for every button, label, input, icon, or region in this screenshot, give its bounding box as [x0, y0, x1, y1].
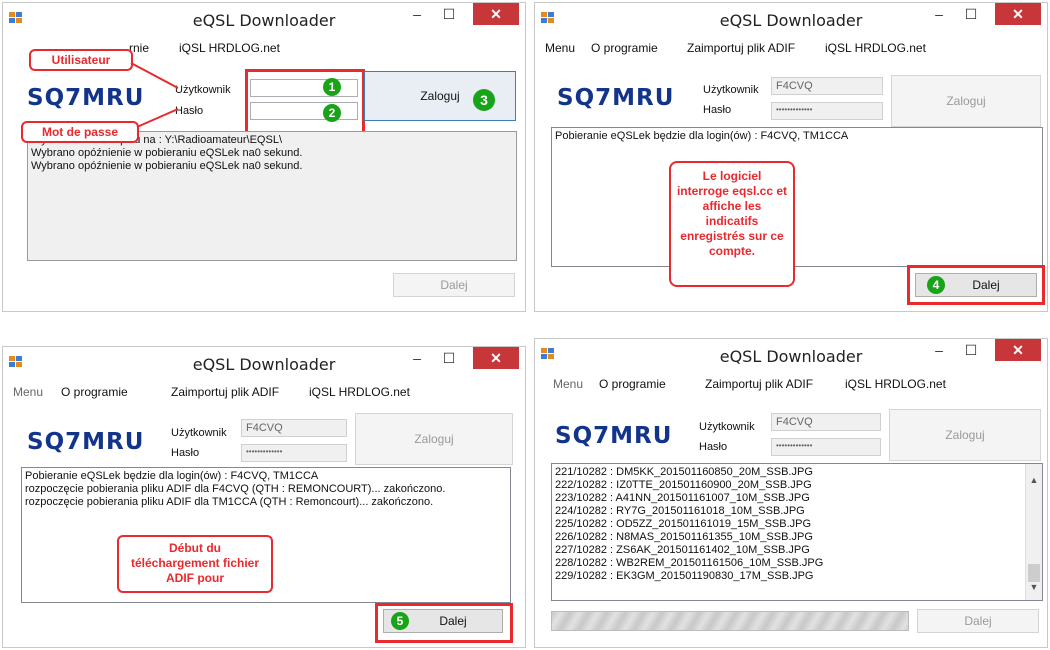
next-button-highlight	[375, 603, 513, 643]
panel-2-window: eQSL Downloader – ☐ ✕ Menu O programie Z…	[534, 2, 1048, 312]
title-bar: eQSL Downloader – ☐ ✕	[535, 3, 1047, 37]
menu-o-programie[interactable]: O programie	[61, 385, 128, 399]
close-button[interactable]: ✕	[995, 3, 1041, 25]
log-line: 226/10282 : N8MAS_201501161355_10M_SSB.J…	[555, 531, 813, 543]
password-label: Hasło	[703, 104, 732, 116]
password-label: Hasło	[171, 447, 200, 459]
log-line: 223/10282 : A41NN_201501161007_10M_SSB.J…	[555, 492, 810, 504]
log-line: 224/10282 : RY7G_201501161018_10M_SSB.JP…	[555, 505, 805, 517]
menu-iqsl-hrdlog[interactable]: iQSL HRDLOG.net	[309, 385, 410, 399]
username-field[interactable]: F4CVQ	[241, 419, 347, 437]
next-button[interactable]: Dalej	[917, 609, 1039, 633]
menu-bar: Menu O programie Zaimportuj plik ADIF iQ…	[3, 381, 525, 403]
log-scrollbar[interactable]: ▲ ▼	[1025, 464, 1042, 600]
download-progress-bar	[551, 611, 909, 631]
log-area: Pobieranie eQSLek będzie dla login(ów) :…	[551, 127, 1043, 267]
log-line: 228/10282 : WB2REM_201501161506_10M_SSB.…	[555, 557, 824, 569]
login-button[interactable]: Zaloguj	[889, 409, 1041, 461]
minimize-button[interactable]: –	[929, 3, 949, 25]
menu-o-programie[interactable]: O programie	[591, 41, 658, 55]
maximize-button[interactable]: ☐	[961, 3, 981, 25]
close-button[interactable]: ✕	[995, 339, 1041, 361]
logo: SQ7MRU	[557, 85, 675, 111]
log-line: 222/10282 : IZ0TTE_201501160900_20M_SSB.…	[555, 479, 812, 491]
panel-1-window: eQSL Downloader – ☐ ✕ rnie iQSL HRDLOG.n…	[2, 2, 526, 312]
title-bar: eQSL Downloader – ☐ ✕	[3, 347, 525, 381]
close-button[interactable]: ✕	[473, 347, 519, 369]
menu-import-adif[interactable]: Zaimportuj plik ADIF	[171, 385, 279, 399]
menu-o-programie[interactable]: O programie	[599, 377, 666, 391]
password-field[interactable]: •••••••••••••	[241, 444, 347, 462]
log-line: 221/10282 : DM5KK_201501160850_20M_SSB.J…	[555, 466, 813, 478]
log-line: rozpoczęcie pobierania pliku ADIF dla TM…	[25, 496, 434, 508]
minimize-button[interactable]: –	[929, 339, 949, 361]
callout-logiciel: Le logiciel interroge eqsl.cc et affiche…	[669, 161, 795, 287]
username-field[interactable]: F4CVQ	[771, 413, 881, 431]
password-field[interactable]: •••••••••••••	[771, 102, 883, 120]
log-line: 225/10282 : OD5ZZ_201501161019_15M_SSB.J…	[555, 518, 812, 530]
panel-3-window: eQSL Downloader – ☐ ✕ Menu O programie Z…	[2, 346, 526, 648]
maximize-button[interactable]: ☐	[439, 347, 459, 369]
minimize-button[interactable]: –	[407, 347, 427, 369]
menu-menu[interactable]: Menu	[13, 385, 43, 399]
log-line: Pobieranie eQSLek będzie dla login(ów) :…	[25, 470, 319, 482]
menu-iqsl-hrdlog[interactable]: iQSL HRDLOG.net	[825, 41, 926, 55]
user-label: Użytkownik	[703, 84, 759, 96]
password-field[interactable]: •••••••••••••	[771, 438, 881, 456]
scroll-up-icon[interactable]: ▲	[1026, 474, 1042, 487]
callout-debut: Début du téléchargement fichier ADIF pou…	[117, 535, 273, 593]
scroll-down-icon[interactable]: ▼	[1026, 581, 1042, 594]
log-line: 229/10282 : EK3GM_201501190830_17M_SSB.J…	[555, 570, 814, 582]
scroll-thumb[interactable]	[1028, 564, 1040, 582]
log-line: 227/10282 : ZS6AK_201501161402_10M_SSB.J…	[555, 544, 810, 556]
menu-menu[interactable]: Menu	[553, 377, 583, 391]
title-bar: eQSL Downloader – ☐ ✕	[535, 339, 1047, 373]
login-button[interactable]: Zaloguj	[891, 75, 1041, 127]
maximize-button[interactable]: ☐	[961, 339, 981, 361]
logo: SQ7MRU	[27, 429, 145, 455]
next-button-highlight	[907, 265, 1045, 305]
menu-import-adif[interactable]: Zaimportuj plik ADIF	[687, 41, 795, 55]
login-button[interactable]: Zaloguj	[355, 413, 513, 465]
username-field[interactable]: F4CVQ	[771, 77, 883, 95]
log-area: 221/10282 : DM5KK_201501160850_20M_SSB.J…	[551, 463, 1043, 601]
menu-import-adif[interactable]: Zaimportuj plik ADIF	[705, 377, 813, 391]
menu-menu[interactable]: Menu	[545, 41, 575, 55]
log-line: rozpoczęcie pobierania pliku ADIF dla F4…	[25, 483, 446, 495]
user-label: Użytkownik	[699, 421, 755, 433]
panel-4-window: eQSL Downloader – ☐ ✕ Menu O programie Z…	[534, 338, 1048, 648]
user-label: Użytkownik	[171, 427, 227, 439]
password-label: Hasło	[699, 441, 728, 453]
menu-bar: Menu O programie Zaimportuj plik ADIF iQ…	[535, 373, 1047, 395]
callout-pointers	[130, 62, 179, 128]
menu-iqsl-hrdlog[interactable]: iQSL HRDLOG.net	[845, 377, 946, 391]
logo: SQ7MRU	[555, 423, 673, 449]
log-line: Pobieranie eQSLek będzie dla login(ów) :…	[555, 130, 849, 142]
menu-bar: Menu O programie Zaimportuj plik ADIF iQ…	[535, 37, 1047, 59]
